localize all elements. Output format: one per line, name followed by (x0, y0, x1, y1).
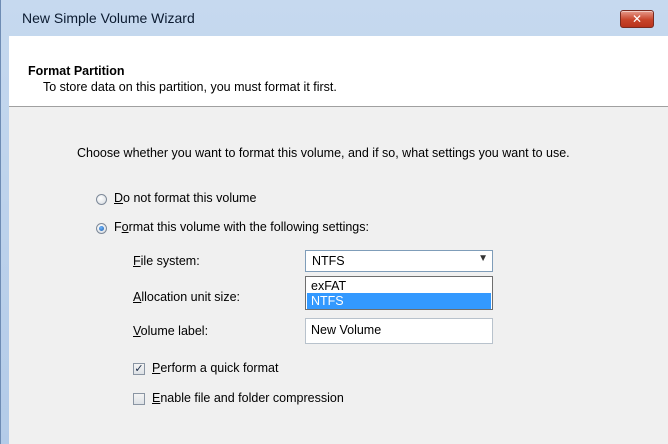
title-bar[interactable]: New Simple Volume Wizard ✕ (1, 0, 668, 30)
compression-checkbox[interactable] (133, 393, 145, 405)
format-with-settings-label[interactable]: Format this volume with the following se… (114, 220, 369, 234)
file-system-label: File system: (133, 254, 200, 268)
close-button[interactable]: ✕ (620, 10, 654, 28)
quick-format-checkbox[interactable]: ✓ (133, 363, 145, 375)
file-system-dropdown-list: exFAT NTFS (305, 276, 493, 310)
file-system-select[interactable]: NTFS ▼ (305, 250, 493, 272)
file-system-value: NTFS (312, 254, 345, 268)
window-title: New Simple Volume Wizard (22, 10, 195, 26)
wizard-header: Format Partition To store data on this p… (9, 36, 668, 107)
do-not-format-radio[interactable] (96, 194, 107, 205)
format-with-settings-radio[interactable] (96, 223, 107, 234)
page-title: Format Partition (28, 64, 125, 78)
wizard-client-area: Format Partition To store data on this p… (9, 36, 668, 444)
dropdown-option-ntfs[interactable]: NTFS (307, 293, 491, 309)
instruction-text: Choose whether you want to format this v… (77, 146, 570, 160)
compression-label[interactable]: Enable file and folder compression (152, 391, 344, 405)
chevron-down-icon[interactable]: ▼ (478, 253, 488, 264)
close-icon: ✕ (631, 12, 643, 26)
do-not-format-label[interactable]: Do not format this volume (114, 191, 256, 205)
dropdown-option-exfat[interactable]: exFAT (307, 278, 491, 294)
page-subtitle: To store data on this partition, you mus… (43, 80, 337, 94)
volume-label-input[interactable]: New Volume (305, 318, 493, 344)
allocation-unit-size-label: Allocation unit size: (133, 290, 241, 304)
quick-format-label[interactable]: Perform a quick format (152, 361, 278, 375)
volume-label-label: Volume label: (133, 324, 209, 338)
wizard-window: New Simple Volume Wizard ✕ Format Partit… (0, 0, 668, 444)
